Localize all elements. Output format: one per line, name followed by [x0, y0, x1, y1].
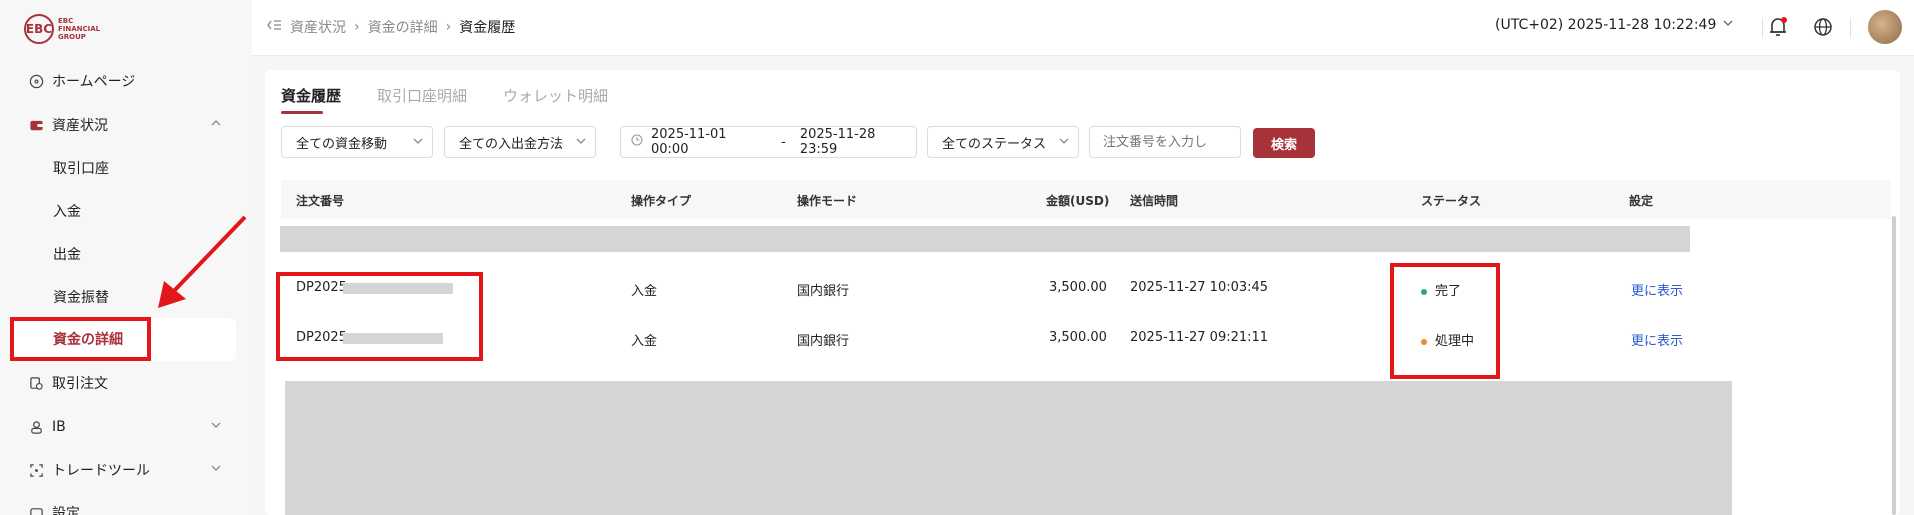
- select-value: 全ての入出金方法: [459, 136, 564, 152]
- tab-wallet-statement[interactable]: ウォレット明細: [503, 85, 608, 106]
- header-divider: [1850, 18, 1851, 38]
- annotation-arrow-icon: [158, 215, 247, 308]
- select-value: 全ての資金移動: [296, 136, 388, 152]
- operation-mode: 国内銀行: [797, 334, 850, 349]
- col-order-number: 注文番号: [296, 194, 345, 208]
- sidebar-item-label: 資産状況: [52, 118, 108, 134]
- search-button[interactable]: 検索: [1253, 128, 1315, 158]
- operation-type: 入金: [631, 284, 658, 299]
- show-more-link[interactable]: 更に表示: [1631, 280, 1683, 299]
- breadcrumb-separator-icon: ›: [354, 19, 360, 35]
- payment-method-select[interactable]: 全ての入出金方法: [444, 126, 596, 158]
- redacted-rows-block: [285, 381, 1732, 515]
- header-divider: [1762, 18, 1763, 38]
- breadcrumb: 資産状況 › 資金の詳細 › 資金履歴: [266, 17, 515, 37]
- status-select[interactable]: 全てのステータス: [927, 126, 1079, 158]
- sidebar-item-assets[interactable]: 資産状況: [28, 114, 221, 136]
- chevron-down-icon: [1722, 17, 1734, 33]
- chevron-down-icon: [412, 135, 424, 150]
- date-to[interactable]: 2025-11-28 23:59: [800, 127, 916, 157]
- fund-movement-select[interactable]: 全ての資金移動: [281, 126, 433, 158]
- sidebar-sub-withdraw[interactable]: 出金: [53, 243, 81, 265]
- show-more-link[interactable]: 更に表示: [1631, 330, 1683, 349]
- sidebar-item-tools[interactable]: トレードツール: [28, 459, 221, 481]
- tab-trading-account-statement[interactable]: 取引口座明細: [377, 85, 467, 106]
- home-icon: [28, 73, 44, 89]
- settings-icon: [28, 505, 44, 515]
- col-operation-mode: 操作モード: [797, 194, 858, 208]
- table-header: 注文番号 操作タイプ 操作モード 金額(USD) 送信時間 ステータス 設定: [281, 180, 1891, 219]
- sidebar-item-ib[interactable]: IB: [28, 416, 221, 438]
- select-value: 全てのステータス: [942, 136, 1047, 152]
- sidebar-sub-transfer[interactable]: 資金振替: [53, 286, 109, 308]
- chevron-down-icon: [210, 462, 222, 478]
- col-status: ステータス: [1421, 194, 1482, 208]
- sent-time: 2025-11-27 09:21:11: [1130, 330, 1269, 345]
- language-globe-icon[interactable]: [1811, 15, 1835, 39]
- trade-tools-icon: [28, 462, 44, 478]
- vertical-scrollbar[interactable]: [1892, 216, 1896, 515]
- chevron-down-icon: [1058, 135, 1070, 150]
- table-row: DP2025 入金 国内銀行 3,500.00 2025-11-27 10:03…: [281, 266, 1891, 310]
- operation-mode: 国内銀行: [797, 284, 850, 299]
- ebc-logo[interactable]: EBC EBC FINANCIAL GROUP: [24, 14, 108, 44]
- collapse-sidebar-icon[interactable]: [266, 18, 282, 36]
- breadcrumb-current: 資金履歴: [459, 20, 516, 36]
- user-icon: [28, 419, 44, 435]
- main-card: 資金履歴 取引口座明細 ウォレット明細 全ての資金移動 全ての入出金方法 202…: [265, 70, 1900, 515]
- timezone-selector[interactable]: (UTC+02) 2025-11-28 10:22:49: [1495, 17, 1734, 33]
- sidebar-sub-trading-account[interactable]: 取引口座: [53, 157, 109, 179]
- amount: 3,500.00: [1049, 280, 1107, 295]
- breadcrumb-fund-details[interactable]: 資金の詳細: [368, 17, 438, 37]
- sidebar-item-label: ホームページ: [52, 74, 136, 90]
- annotation-box-status: [1390, 263, 1500, 379]
- sent-time: 2025-11-27 10:03:45: [1130, 280, 1269, 295]
- user-avatar[interactable]: [1868, 10, 1902, 44]
- wallet-icon: [28, 117, 44, 133]
- date-from[interactable]: 2025-11-01 00:00: [651, 127, 767, 157]
- clock-icon: [631, 134, 643, 150]
- amount: 3,500.00: [1049, 330, 1107, 345]
- redacted-row: [280, 226, 1690, 252]
- col-settings: 設定: [1629, 194, 1654, 208]
- sidebar-item-label: IB: [52, 419, 66, 435]
- chevron-up-icon: [210, 117, 222, 133]
- sidebar-item-orders[interactable]: 取引注文: [28, 372, 108, 394]
- timezone-text: (UTC+02) 2025-11-28 10:22:49: [1495, 17, 1717, 33]
- orders-icon: [28, 375, 44, 391]
- col-amount: 金額(USD): [1046, 194, 1110, 208]
- order-number-input[interactable]: [1089, 126, 1241, 158]
- sidebar-item-label: トレードツール: [52, 463, 150, 479]
- date-range-picker[interactable]: 2025-11-01 00:00 - 2025-11-28 23:59: [620, 126, 917, 158]
- operation-type: 入金: [631, 334, 658, 349]
- sidebar-item-settings[interactable]: 設定: [28, 502, 80, 515]
- tab-fund-history[interactable]: 資金履歴: [281, 85, 341, 114]
- annotation-box-sidebar: [10, 317, 151, 361]
- logo-text: EBC FINANCIAL GROUP: [58, 17, 101, 41]
- col-operation-type: 操作タイプ: [631, 194, 692, 208]
- chevron-down-icon: [575, 135, 587, 150]
- date-separator: -: [781, 134, 786, 150]
- sidebar-item-home[interactable]: ホームページ: [28, 70, 135, 92]
- breadcrumb-separator-icon: ›: [445, 19, 452, 35]
- annotation-box-order-numbers: [276, 272, 483, 361]
- col-sent-time: 送信時間: [1130, 194, 1179, 208]
- table-row: DP2025 入金 国内銀行 3,500.00 2025-11-27 09:21…: [281, 316, 1891, 360]
- sidebar-item-label: 設定: [52, 506, 80, 515]
- top-header: 資産状況 › 資金の詳細 › 資金履歴 (UTC+02) 2025-11-28 …: [252, 0, 1914, 56]
- chevron-down-icon: [210, 419, 222, 435]
- logo-mark: EBC: [24, 14, 54, 44]
- breadcrumb-assets[interactable]: 資産状況: [290, 17, 346, 37]
- sidebar-sub-deposit[interactable]: 入金: [53, 200, 81, 222]
- tab-bar: 資金履歴 取引口座明細 ウォレット明細: [281, 85, 608, 114]
- notification-bell-icon[interactable]: [1766, 15, 1790, 39]
- sidebar-item-label: 取引注文: [52, 376, 108, 392]
